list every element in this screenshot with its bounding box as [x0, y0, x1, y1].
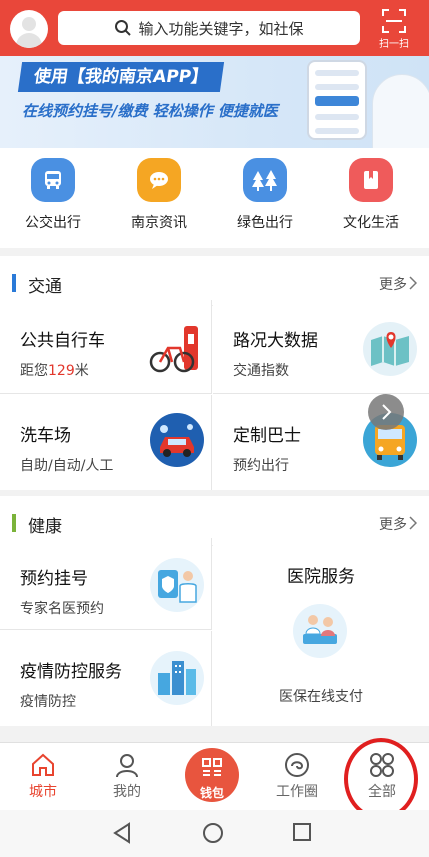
search-icon: [115, 20, 132, 36]
promo-banner[interactable]: 使用【我的南京APP】 在线预约挂号/缴费 轻松操作 便捷就医: [0, 56, 429, 148]
banner-title: 使用【我的南京APP】: [17, 62, 225, 92]
person-icon: [116, 754, 138, 778]
chevron-right-icon[interactable]: [409, 276, 417, 290]
back-icon[interactable]: [112, 822, 132, 844]
card-subtitle: 专家名医预约: [20, 601, 104, 617]
card-subtitle: 交通指数: [233, 363, 289, 379]
nav-label: 全部: [368, 784, 396, 800]
card-epidemic[interactable]: 疫情防控服务 疫情防控: [0, 631, 212, 726]
card-title: 路况大数据: [233, 331, 318, 351]
chevron-right-icon[interactable]: [409, 516, 417, 530]
scan-icon: [382, 9, 406, 33]
bicycle-icon: [149, 326, 198, 373]
card-hospital-service[interactable]: 医院服务 医保在线支付: [213, 538, 429, 726]
card-subtitle: 距您129米: [20, 363, 89, 379]
car-wash-icon: [150, 413, 204, 467]
quick-item-culture[interactable]: 文化生活: [326, 158, 416, 232]
nav-item-mine[interactable]: 我的: [92, 751, 162, 801]
avatar-shoulders: [16, 33, 42, 48]
wallet-label: 钱包: [199, 786, 224, 800]
quick-item-label: 绿色出行: [237, 215, 293, 231]
grid-icon: [370, 753, 394, 777]
quick-item-label: 南京资讯: [131, 215, 187, 231]
doctor-icon: [150, 558, 204, 612]
quick-item-news[interactable]: 南京资讯: [114, 158, 204, 232]
quick-services: 公交出行 南京资讯 绿色出行 文化生活: [0, 148, 429, 248]
phone-illustration: [307, 60, 367, 140]
nav-item-workcircle[interactable]: 工作圈: [262, 751, 332, 801]
distance-value: 129: [48, 363, 75, 379]
quick-item-green[interactable]: 绿色出行: [220, 158, 310, 232]
tree-icon: [243, 158, 287, 202]
scan-button[interactable]: 扫一扫: [370, 6, 418, 52]
chevron-right-icon: [382, 404, 392, 420]
hospital-service-icon: [293, 604, 347, 658]
quick-item-bus[interactable]: 公交出行: [8, 158, 98, 232]
top-bar: 输入功能关键字，如社保 扫一扫: [0, 0, 429, 56]
nav-item-city[interactable]: 城市: [8, 751, 78, 801]
wallet-icon: [202, 758, 222, 776]
avatar[interactable]: [10, 10, 48, 48]
quick-item-label: 公交出行: [25, 215, 81, 231]
section-title: 健康: [28, 517, 62, 537]
doctor-illustration: [372, 74, 429, 148]
health-section: 健康 更多 预约挂号 专家名医预约 医院服务 医保在线支付 疫情防控服务 疫情防…: [0, 496, 429, 726]
workcircle-icon: [285, 753, 309, 777]
card-car-wash[interactable]: 洗车场 自助/自动/人工: [0, 395, 212, 490]
card-title: 定制巴士: [233, 426, 301, 446]
traffic-section: 交通 更多 公共自行车 距您129米 路况大数据 交通指数 洗车场 自助/自动/…: [0, 256, 429, 490]
card-title: 预约挂号: [20, 569, 88, 589]
card-appointment[interactable]: 预约挂号 专家名医预约: [0, 538, 212, 630]
card-title: 洗车场: [20, 426, 71, 446]
home-circle-icon[interactable]: [202, 822, 224, 844]
quick-item-label: 文化生活: [343, 215, 399, 231]
card-title: 疫情防控服务: [20, 662, 122, 682]
chat-icon: [137, 158, 181, 202]
section-accent-bar: [12, 274, 16, 292]
more-link[interactable]: 更多: [379, 514, 407, 534]
card-subtitle: 自助/自动/人工: [20, 458, 114, 474]
book-icon: [349, 158, 393, 202]
card-bike[interactable]: 公共自行车 距您129米: [0, 300, 212, 394]
search-placeholder: 输入功能关键字，如社保: [138, 19, 304, 38]
section-accent-bar: [12, 514, 16, 532]
wallet-button[interactable]: 钱包: [185, 748, 239, 802]
bus-icon: [31, 158, 75, 202]
section-title: 交通: [28, 277, 62, 297]
nav-label: 工作圈: [276, 784, 318, 800]
card-title: 医院服务: [287, 567, 355, 587]
card-title: 公共自行车: [20, 331, 105, 351]
avatar-head: [22, 17, 36, 31]
map-icon: [363, 322, 417, 376]
recent-apps-icon[interactable]: [292, 822, 312, 842]
search-input[interactable]: 输入功能关键字，如社保: [58, 11, 360, 45]
scan-label: 扫一扫: [379, 39, 409, 50]
more-link[interactable]: 更多: [379, 274, 407, 294]
home-icon: [32, 753, 54, 776]
section-header: 交通 更多: [0, 256, 429, 306]
card-traffic-data[interactable]: 路况大数据 交通指数: [213, 300, 429, 394]
nav-label: 城市: [29, 784, 57, 800]
system-nav-bar: [0, 810, 429, 857]
card-subtitle: 预约出行: [233, 458, 289, 474]
nav-label: 我的: [113, 784, 141, 800]
card-subtitle: 疫情防控: [20, 694, 76, 710]
nav-item-all[interactable]: 全部: [347, 751, 417, 801]
banner-subtitle: 在线预约挂号/缴费 轻松操作 便捷就医: [22, 102, 278, 120]
city-icon: [150, 651, 204, 705]
card-subtitle: 医保在线支付: [279, 689, 363, 705]
float-button[interactable]: [368, 394, 404, 430]
